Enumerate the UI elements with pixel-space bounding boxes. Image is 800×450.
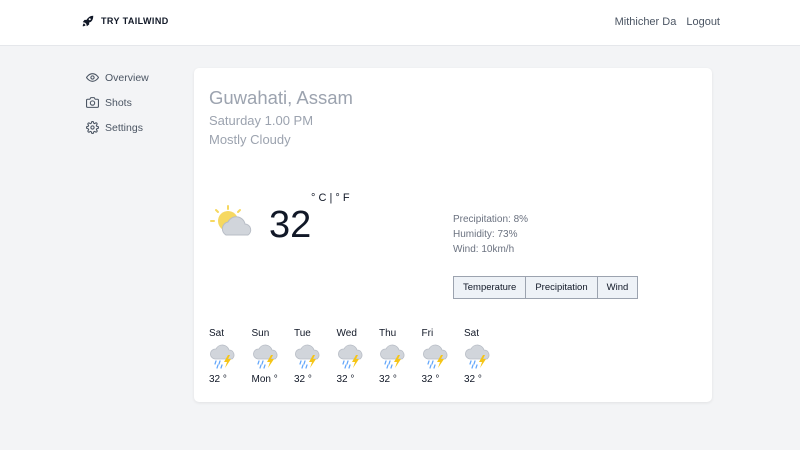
thunderstorm-icon — [465, 344, 490, 369]
forecast-day: Thu 32 ° — [379, 328, 422, 388]
weather-card: Guwahati, Assam Saturday 1.00 PM Mostly … — [194, 68, 712, 402]
metric-tabs: Temperature Precipitation Wind — [453, 276, 639, 299]
logout-link[interactable]: Logout — [686, 16, 720, 28]
forecast-temp: 32 ° — [379, 374, 397, 385]
eye-icon — [86, 73, 99, 82]
tab-precipitation[interactable]: Precipitation — [526, 277, 598, 298]
humidity-value: Humidity: 73% — [453, 229, 518, 240]
sidebar-item-shots[interactable]: Shots — [86, 95, 149, 110]
gear-icon — [86, 121, 99, 134]
forecast-day-name: Thu — [379, 328, 397, 339]
weather-details: Precipitation: 8% Humidity: 73% Wind: 10… — [453, 212, 528, 257]
forecast-day: Fri 32 ° — [422, 328, 465, 388]
top-navbar: TRY TAILWIND Mithicher Da Logout — [0, 0, 800, 46]
precipitation-value: Precipitation: 8% — [453, 214, 529, 225]
forecast-day-name: Fri — [421, 328, 434, 339]
forecast-temp: 32 ° — [294, 374, 312, 385]
brand-name: TRY TAILWIND — [101, 16, 169, 26]
sidebar: Overview Shots Settings — [86, 70, 149, 145]
forecast-day: Sat 32 ° — [209, 328, 252, 388]
forecast-temp: 32 ° — [336, 374, 355, 385]
camera-icon — [86, 97, 99, 108]
forecast-day: Sat 32 ° — [464, 328, 507, 388]
sidebar-item-label: Overview — [105, 71, 149, 84]
rocket-icon — [82, 15, 94, 27]
unit-toggle[interactable]: ° C | ° F — [311, 192, 350, 204]
tab-temperature[interactable]: Temperature — [454, 277, 527, 298]
weather-datetime: Saturday 1.00 PM — [209, 113, 314, 128]
partly-cloudy-icon — [210, 205, 252, 236]
wind-value: Wind: 10km/h — [453, 244, 515, 255]
thunderstorm-icon — [337, 344, 362, 369]
forecast-temp: 32 ° — [209, 374, 227, 385]
sidebar-item-label: Settings — [105, 121, 143, 134]
forecast-day-name: Sat — [209, 328, 225, 339]
brand[interactable]: TRY TAILWIND — [81, 14, 169, 28]
forecast-day-name: Wed — [336, 328, 357, 339]
forecast-temp: 32 ° — [464, 374, 482, 385]
thunderstorm-icon — [252, 344, 277, 369]
forecast-day-name: Sat — [464, 328, 480, 339]
user-nav: Mithicher Da Logout — [605, 16, 720, 28]
forecast-day: Tue 32 ° — [294, 328, 337, 388]
forecast-temp: Mon ° — [251, 374, 278, 385]
thunderstorm-icon — [422, 344, 447, 369]
sidebar-item-settings[interactable]: Settings — [86, 120, 149, 135]
forecast-temp: 32 ° — [421, 374, 440, 385]
forecast-day-name: Tue — [294, 328, 311, 339]
sidebar-item-label: Shots — [105, 96, 132, 109]
forecast-day-name: Sun — [251, 328, 270, 339]
forecast-row: Sat 32 ° Sun Mon ° Tue 32 ° Wed 32 ° Thu… — [209, 328, 507, 388]
thunderstorm-icon — [380, 344, 405, 369]
sidebar-item-overview[interactable]: Overview — [86, 70, 149, 85]
user-name-link[interactable]: Mithicher Da — [615, 16, 677, 28]
thunderstorm-icon — [210, 344, 235, 369]
tab-wind[interactable]: Wind — [598, 277, 638, 298]
weather-condition: Mostly Cloudy — [209, 132, 291, 147]
forecast-day: Wed 32 ° — [337, 328, 380, 388]
current-temperature: 32 — [269, 204, 312, 246]
city-title: Guwahati, Assam — [209, 87, 353, 108]
forecast-day: Sun Mon ° — [252, 328, 295, 388]
thunderstorm-icon — [295, 344, 320, 369]
